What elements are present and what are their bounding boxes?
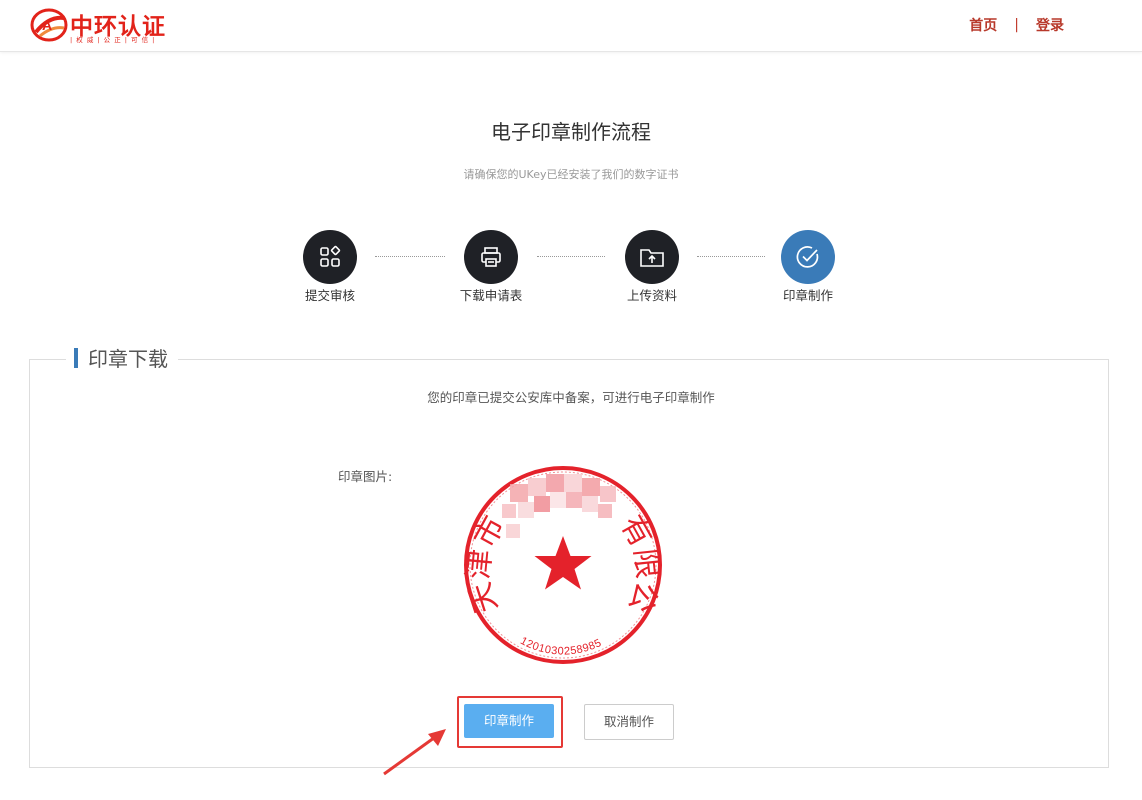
legend-accent-bar — [74, 347, 78, 368]
printer-icon — [481, 247, 501, 267]
nav-separator: | — [1014, 17, 1019, 33]
folder-upload-icon — [640, 249, 664, 267]
step-download-form: 下载申请表 — [446, 230, 536, 304]
step-label: 提交审核 — [304, 288, 355, 303]
step-submit-review: 提交审核 — [285, 230, 375, 304]
step-connector — [697, 256, 765, 257]
step-seal-making: 印章制作 — [763, 230, 853, 304]
step-connector — [375, 256, 445, 257]
step-circle-active — [781, 230, 835, 284]
step-label: 上传资料 — [626, 288, 677, 303]
nav-login-link[interactable]: 登录 — [1036, 15, 1064, 35]
cancel-making-button[interactable]: 取消制作 — [584, 704, 674, 740]
logo[interactable]: A 中环认证 | 权 威 | 公 正 | 可 信 | — [30, 6, 180, 46]
svg-text:A: A — [42, 17, 52, 33]
step-connector — [537, 256, 605, 257]
top-header: A 中环认证 | 权 威 | 公 正 | 可 信 | 首页 | 登录 — [0, 0, 1142, 52]
step-upload-materials: 上传资料 — [607, 230, 697, 304]
annotation-arrow-icon — [383, 729, 446, 776]
pixelated-mosaic — [502, 474, 616, 538]
logo-tagline: | 权 威 | 公 正 | 可 信 | — [70, 36, 156, 44]
step-circle — [625, 230, 679, 284]
nav-home-link[interactable]: 首页 — [969, 15, 997, 35]
step-circle — [303, 230, 357, 284]
star-icon — [534, 536, 592, 590]
apps-grid-icon — [320, 245, 341, 267]
step-label: 印章制作 — [782, 288, 833, 303]
page-title: 电子印章制作流程 — [491, 120, 651, 144]
page-subtitle: 请确保您的UKey已经安装了我们的数字证书 — [463, 168, 679, 181]
panel-title: 印章下载 — [88, 347, 168, 371]
step-circle — [464, 230, 518, 284]
seal-image-label: 印章图片: — [338, 469, 393, 484]
step-label: 下载申请表 — [459, 288, 523, 303]
make-seal-button[interactable]: 印章制作 — [464, 704, 554, 738]
panel-legend: 印章下载 — [66, 343, 178, 372]
seal-left-text: 天津市 — [462, 511, 511, 617]
check-circle-icon — [796, 246, 819, 268]
filing-notice: 您的印章已提交公安库中备案，可进行电子印章制作 — [427, 390, 715, 405]
top-nav: 首页 | 登录 — [969, 15, 1064, 35]
logo-mark-icon: A — [30, 8, 68, 42]
seal-image: 天津市 有限公司 1201030258985 — [462, 464, 664, 664]
